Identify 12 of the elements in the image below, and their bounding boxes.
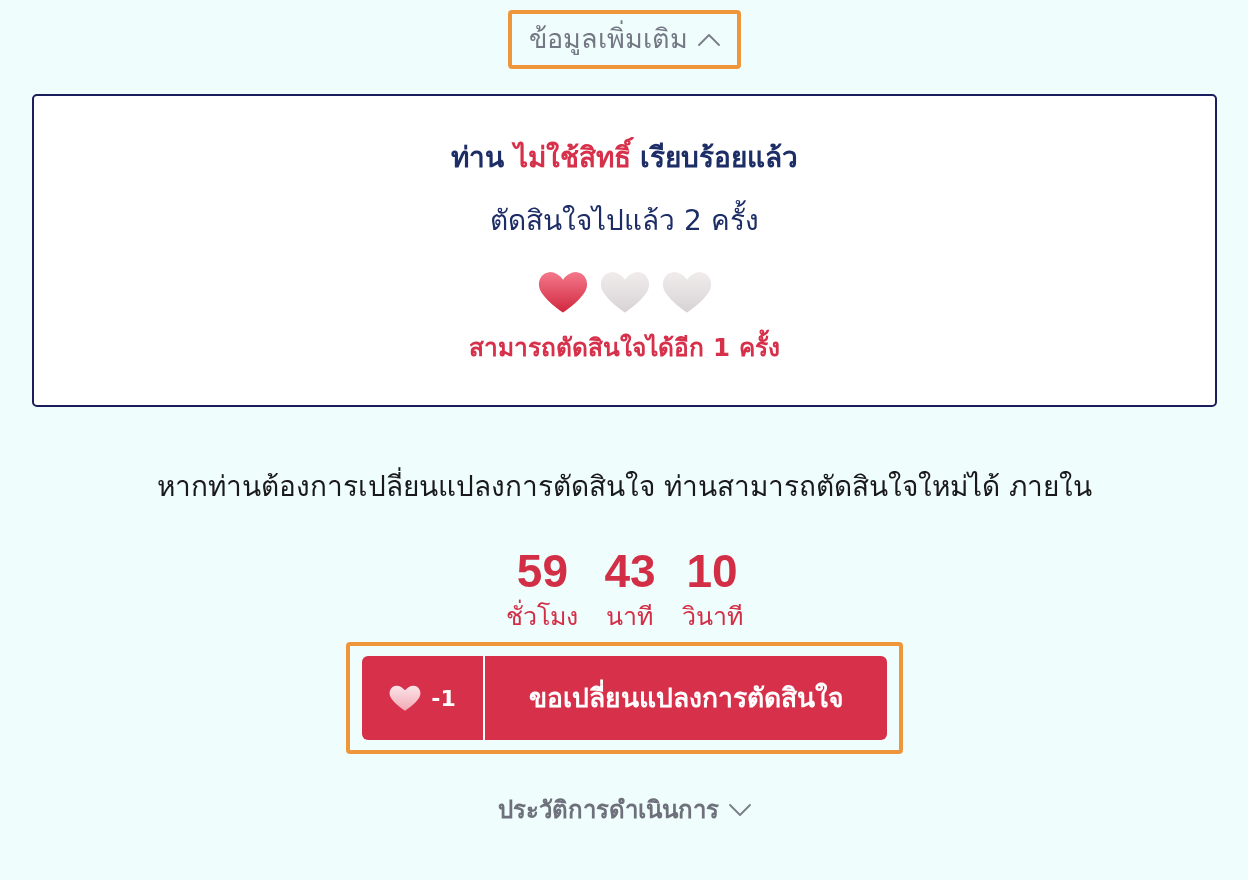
heart-icon [389, 685, 422, 711]
history-toggle[interactable]: ประวัติการดำเนินการ [476, 784, 773, 835]
countdown-unit: ชั่วโมง [506, 601, 579, 633]
notice-text: หากท่านต้องการเปลี่ยนแปลงการตัดสินใจ ท่านสามารถตัดสินใจใหม่ได้ ภายใน [157, 469, 1092, 505]
change-decision-button[interactable]: -1 ขอเปลี่ยนแปลงการตัดสินใจ [362, 656, 887, 740]
countdown-value: 43 [604, 547, 656, 595]
countdown-value: 10 [686, 547, 738, 595]
remaining-text: สามารถตัดสินใจได้อีก 1 ครั้ง [54, 331, 1195, 365]
countdown-value: 59 [516, 547, 568, 595]
countdown-unit: นาที [606, 601, 654, 633]
more-info-toggle[interactable]: ข้อมูลเพิ่มเติม [512, 14, 737, 65]
countdown-unit: วินาที [681, 601, 743, 633]
